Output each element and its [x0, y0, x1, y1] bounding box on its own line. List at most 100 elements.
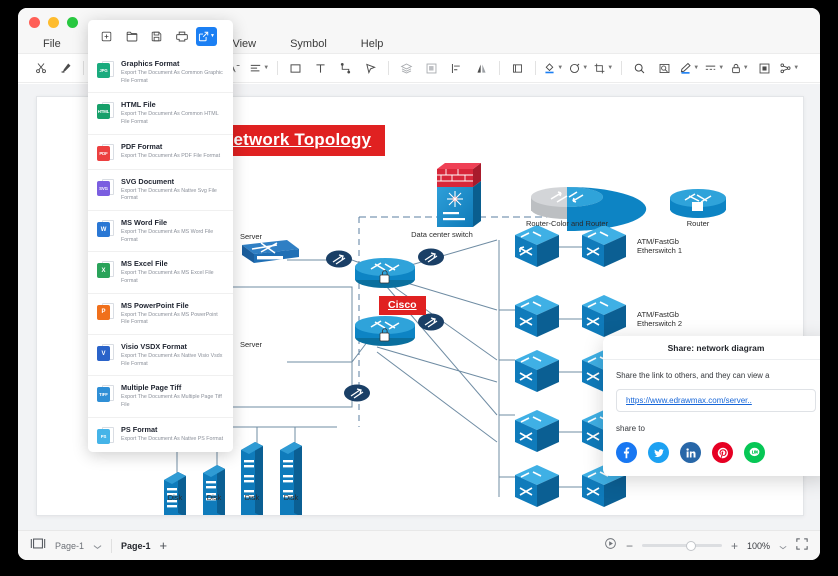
export-item-multiple-page-tiff[interactable]: TIFF Multiple Page Tiff Export The Docum…	[88, 375, 233, 417]
export-dropdown-menu[interactable]: ▼ JPG Graphics Format Export The Documen…	[88, 20, 233, 452]
export-item-ps-format[interactable]: PS PS Format Export The Document As Nati…	[88, 416, 233, 452]
page-selector-label[interactable]: Page-1	[55, 541, 84, 551]
lock-icon[interactable]: ▼	[727, 57, 752, 79]
export-item-text: MS Word File Export The Document As MS W…	[121, 218, 225, 244]
export-item-title: Visio VSDX Format	[121, 342, 187, 352]
excel-file-icon: X	[97, 260, 114, 279]
align-left-icon[interactable]	[444, 57, 469, 79]
text-tool-icon[interactable]	[308, 57, 333, 79]
toolbar-divider	[498, 61, 500, 75]
share-link-field[interactable]: https://www.edrawmax.com/server..	[616, 389, 816, 412]
diagram-title-text: Network Topology	[221, 130, 372, 149]
rectangle-icon[interactable]	[283, 57, 308, 79]
export-item-desc: Export The Document As Native PS Format	[121, 435, 224, 442]
label-etherswitch-2: ATM/FastGb Etherswitch 2	[637, 310, 683, 329]
pinterest-icon[interactable]	[712, 442, 733, 463]
layers-icon[interactable]	[394, 57, 419, 79]
chevron-down-icon[interactable]: ▼	[607, 65, 613, 71]
export-item-graphics-format[interactable]: JPG Graphics Format Export The Document …	[88, 52, 233, 93]
export-item-desc: Export The Document As Native Svg File F…	[121, 187, 217, 202]
maximize-window-button[interactable]	[67, 17, 78, 28]
open-folder-icon[interactable]	[121, 27, 142, 46]
print-icon[interactable]	[171, 27, 192, 46]
export-share-icon[interactable]: ▼	[196, 26, 217, 46]
fill-color-icon[interactable]: ▼	[541, 57, 566, 79]
flip-icon[interactable]	[469, 57, 494, 79]
chevron-down-icon[interactable]: ▼	[263, 65, 269, 71]
share-panel-title: Share: network diagram	[603, 336, 820, 360]
zoom-slider[interactable]	[641, 540, 722, 551]
crop-icon[interactable]: ▼	[591, 57, 616, 79]
linkedin-icon[interactable]	[680, 442, 701, 463]
export-item-html-file[interactable]: HTML HTML File Export The Document As Co…	[88, 92, 233, 134]
export-item-visio-vsdx-format[interactable]: V Visio VSDX Format Export The Document …	[88, 334, 233, 376]
export-item-pdf-format[interactable]: PDF PDF Format Export The Document As PD…	[88, 133, 233, 169]
zoom-out-button[interactable]: −	[626, 539, 633, 553]
label-disk-2: Disk	[206, 493, 222, 502]
connector-icon[interactable]	[333, 57, 358, 79]
export-item-ms-powerpoint-file[interactable]: P MS PowerPoint File Export The Document…	[88, 292, 233, 335]
add-page-button[interactable]: +	[160, 538, 168, 553]
pointer-icon[interactable]	[358, 57, 383, 79]
data-center-switch-node	[437, 163, 481, 227]
chevron-down-icon[interactable]: ▼	[718, 65, 724, 71]
align-icon[interactable]: ▼	[247, 57, 272, 79]
chevron-down-icon[interactable]: ▼	[557, 65, 563, 71]
line-color-icon[interactable]: ▼	[677, 57, 702, 79]
close-window-button[interactable]	[29, 17, 40, 28]
export-item-title: MS Word File	[121, 218, 168, 228]
line-icon[interactable]	[744, 442, 765, 463]
chevron-down-icon[interactable]	[779, 537, 787, 555]
zoom-slider-handle[interactable]	[685, 540, 696, 551]
html-file-icon: HTML	[97, 101, 114, 120]
menu-item-symbol[interactable]: Symbol	[273, 34, 344, 54]
export-item-ms-excel-file[interactable]: X MS Excel File Export The Document As M…	[88, 251, 233, 293]
share-panel[interactable]: Share: network diagram Share the link to…	[603, 336, 820, 476]
save-icon[interactable]	[146, 27, 167, 46]
chevron-down-icon[interactable]: ▼	[582, 65, 588, 71]
chevron-down-icon[interactable]: ▼	[693, 65, 699, 71]
label-disk-4: Disk	[283, 493, 299, 502]
container-icon[interactable]	[505, 57, 530, 79]
toolbar-divider	[620, 61, 622, 75]
preview-icon[interactable]	[652, 57, 677, 79]
format-painter-icon[interactable]	[53, 57, 78, 79]
page-view-icon[interactable]	[30, 537, 46, 555]
powerpoint-file-icon: P	[97, 302, 114, 321]
chevron-down-icon[interactable]: ▼	[743, 65, 749, 71]
fullscreen-icon[interactable]	[796, 537, 808, 555]
search-icon[interactable]	[627, 57, 652, 79]
group-icon[interactable]	[419, 57, 444, 79]
export-item-desc: Export The Document As Common Graphic Fi…	[121, 70, 223, 84]
minimize-window-button[interactable]	[48, 17, 59, 28]
chevron-down-icon[interactable]: ▼	[793, 65, 799, 71]
export-format-list: JPG Graphics Format Export The Document …	[88, 52, 233, 452]
shape-style-icon[interactable]: ▼	[566, 57, 591, 79]
zoom-level-label[interactable]: 100%	[747, 541, 770, 551]
menu-item-file[interactable]: File	[26, 34, 78, 54]
export-item-desc: Export The Document As MS PowerPoint Fil…	[121, 311, 218, 326]
presentation-icon[interactable]	[604, 537, 617, 555]
zoom-in-button[interactable]: +	[731, 539, 738, 553]
new-document-icon[interactable]	[96, 27, 117, 46]
facebook-icon[interactable]	[616, 442, 637, 463]
export-item-svg-document[interactable]: SVG SVG Document Export The Document As …	[88, 168, 233, 211]
line-style-icon[interactable]: ▼	[702, 57, 727, 79]
chevron-down-icon[interactable]	[93, 537, 102, 555]
shadow-icon[interactable]	[752, 57, 777, 79]
twitter-icon[interactable]	[648, 442, 669, 463]
menu-item-help[interactable]: Help	[344, 34, 401, 54]
share-link-text[interactable]: https://www.edrawmax.com/server..	[626, 396, 752, 405]
export-item-text: PDF Format Export The Document As PDF Fi…	[121, 142, 220, 161]
export-item-text: HTML File Export The Document As Common …	[121, 100, 225, 126]
export-item-desc: Export The Document As PDF File Format	[121, 152, 221, 159]
cut-icon[interactable]	[28, 57, 53, 79]
arrange-icon[interactable]: ▼	[777, 57, 802, 79]
export-item-ms-word-file[interactable]: W MS Word File Export The Document As MS…	[88, 210, 233, 252]
export-item-text: Multiple Page Tiff Export The Document A…	[121, 383, 225, 409]
page-tab-page-1[interactable]: Page-1	[121, 541, 151, 551]
chevron-down-icon[interactable]: ▼	[210, 33, 215, 39]
export-item-desc: Export The Document As Common HTML File …	[121, 111, 219, 126]
label-router: Router	[686, 219, 710, 228]
export-item-title: HTML File	[121, 100, 156, 110]
